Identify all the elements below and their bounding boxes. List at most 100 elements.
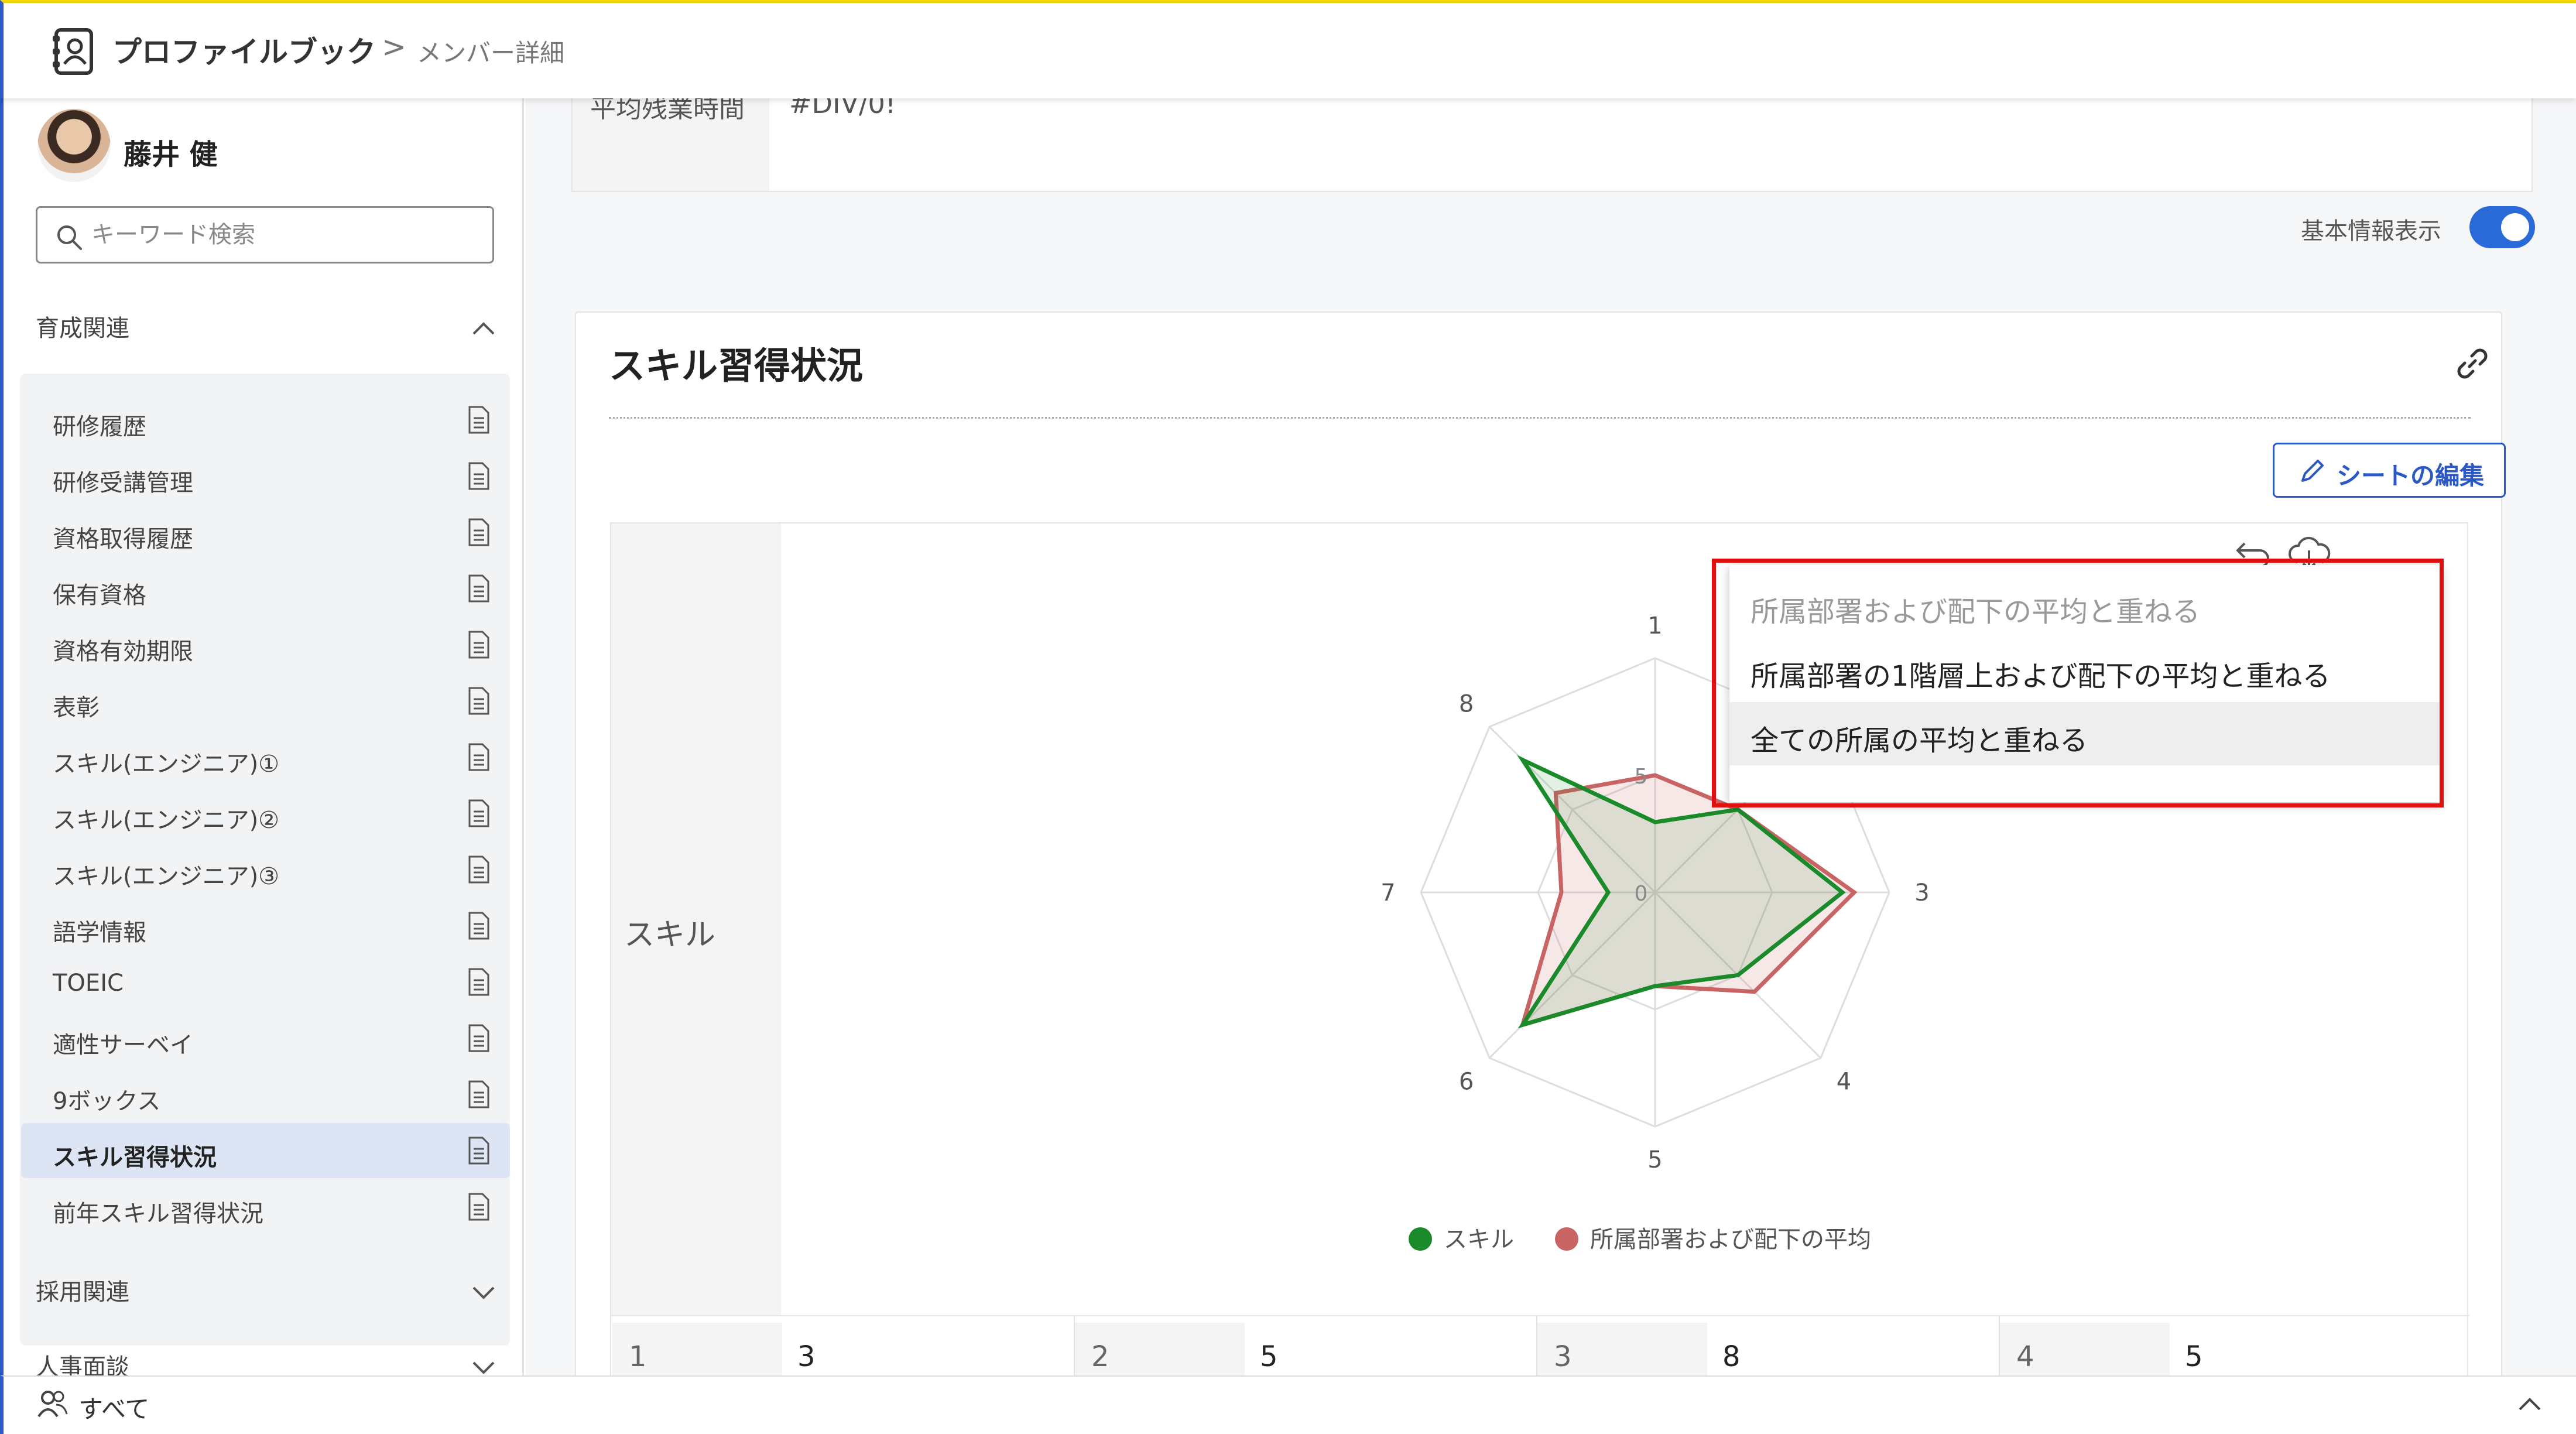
section-saiyou-label: 採用関連 <box>36 1279 129 1306</box>
skill-card: スキル習得状況 シートの編集 スキル 1234567805スキル所属部署および配… <box>575 312 2506 1412</box>
footer-bar: すべて <box>0 1375 2576 1434</box>
sidebar-item-label: 資格取得履歴 <box>53 526 193 553</box>
radar-category-label: 3 <box>1914 879 1929 906</box>
annotation-highlight-box <box>1712 559 2444 807</box>
document-icon <box>468 1024 489 1052</box>
chevron-up-icon[interactable] <box>2515 1389 2544 1419</box>
sidebar-item[interactable]: 資格取得履歴 <box>21 505 510 560</box>
user-name: 藤井 健 <box>124 138 218 171</box>
sidebar-item[interactable]: 保有資格 <box>21 561 510 616</box>
radar-scale-label: 5 <box>1635 765 1648 789</box>
skill-card-title: スキル習得状況 <box>609 344 864 387</box>
sidebar-item-label: 前年スキル習得状況 <box>53 1200 263 1227</box>
sidebar-item[interactable]: スキル(エンジニア)① <box>21 730 510 785</box>
document-icon <box>468 1193 489 1221</box>
document-icon <box>468 855 489 884</box>
document-icon <box>468 743 489 771</box>
document-icon <box>468 912 489 940</box>
sidebar-item-label: スキル(エンジニア)① <box>53 751 280 778</box>
document-icon <box>468 406 489 434</box>
pencil-icon <box>2301 460 2324 482</box>
sidebar-item[interactable]: TOEIC <box>21 954 510 1009</box>
legend-label: スキル <box>1444 1226 1514 1253</box>
document-icon <box>468 1080 489 1108</box>
radar-category-label: 8 <box>1459 691 1474 718</box>
sidebar-item[interactable]: 語学情報 <box>21 898 510 953</box>
info-label-cell: 平均残業時間 <box>573 94 769 191</box>
document-icon <box>468 631 489 659</box>
sidebar-item-label: 表彰 <box>53 694 100 721</box>
link-icon[interactable] <box>2452 343 2493 384</box>
breadcrumb-current: メンバー詳細 <box>417 39 565 67</box>
radar-category-label: 4 <box>1837 1068 1851 1095</box>
document-icon <box>468 574 489 603</box>
edit-sheet-label: シートの編集 <box>2337 461 2485 490</box>
search-icon <box>57 225 82 250</box>
radar-category-label: 7 <box>1381 879 1395 906</box>
document-icon <box>468 968 489 996</box>
basic-info-toggle-label: 基本情報表示 <box>2301 218 2441 245</box>
footer-filter-label[interactable]: すべて <box>78 1389 149 1425</box>
profile-book-icon <box>53 28 93 75</box>
sidebar-item-label: 研修受講管理 <box>53 470 193 497</box>
section-saiyou-header[interactable]: 採用関連 <box>36 1273 498 1320</box>
score-value: 5 <box>2185 1340 2203 1373</box>
breadcrumb-separator: > <box>382 30 406 64</box>
legend-swatch <box>1409 1227 1432 1251</box>
sidebar-item-label: 資格有効期限 <box>53 638 193 665</box>
users-icon <box>37 1391 68 1418</box>
document-icon <box>468 1137 489 1165</box>
radar-category-label: 1 <box>1647 612 1662 639</box>
score-value: 5 <box>1260 1340 1278 1373</box>
radar-category-label: 6 <box>1459 1068 1474 1095</box>
toggle-knob <box>2501 213 2529 241</box>
sidebar-item-label: スキル習得状況 <box>53 1144 217 1171</box>
document-icon <box>468 799 489 827</box>
radar-scale-label: 0 <box>1635 882 1648 906</box>
app-title[interactable]: プロファイルブック <box>112 29 376 71</box>
radar-category-label: 5 <box>1647 1146 1662 1173</box>
sidebar-item[interactable]: スキル習得状況 <box>21 1123 510 1178</box>
section-jinji-header[interactable]: 人事面談 <box>36 1348 498 1375</box>
sidebar-item[interactable]: 表彰 <box>21 673 510 728</box>
document-icon <box>468 687 489 715</box>
basic-info-card: 平均残業時間 #DIV/0! <box>571 88 2533 192</box>
chevron-up-icon <box>472 322 495 335</box>
sidebar-item-label: 適性サーベイ <box>53 1032 193 1059</box>
sidebar-item-label: 語学情報 <box>53 919 146 946</box>
score-value: 8 <box>1722 1340 1741 1373</box>
section-jinji-label: 人事面談 <box>36 1354 129 1375</box>
sidebar-item[interactable]: 資格有効期限 <box>21 617 510 672</box>
sidebar-item-label: TOEIC <box>53 970 124 997</box>
sidebar-item[interactable]: スキル(エンジニア)③ <box>21 842 510 897</box>
search-input[interactable] <box>90 216 477 254</box>
sidebar-item-label: スキル(エンジニア)③ <box>53 863 280 890</box>
sidebar-item[interactable]: 9ボックス <box>21 1067 510 1122</box>
chevron-down-icon <box>472 1361 495 1374</box>
row-divider <box>611 1315 2469 1316</box>
sidebar-item[interactable]: 適性サーベイ <box>21 1011 510 1066</box>
sidebar-item[interactable]: 前年スキル習得状況 <box>21 1179 510 1234</box>
sidebar-item[interactable]: 研修履歴 <box>21 392 510 447</box>
sidebar: 藤井 健 育成関連 採用関連 人事面談 研修履歴研修受講管理資格取得履歴保有資格… <box>0 98 524 1375</box>
document-icon <box>468 462 489 490</box>
sidebar-item-label: 研修履歴 <box>53 413 146 440</box>
legend-label: 所属部署および配下の平均 <box>1590 1226 1871 1253</box>
section-ikusei-label: 育成関連 <box>36 315 129 342</box>
edit-sheet-button[interactable]: シートの編集 <box>2273 443 2506 498</box>
search-box <box>36 206 494 263</box>
title-divider <box>609 417 2471 419</box>
section-ikusei-header[interactable]: 育成関連 <box>36 309 498 356</box>
avatar <box>37 109 111 182</box>
chevron-down-icon <box>472 1286 495 1299</box>
sidebar-item-label: スキル(エンジニア)② <box>53 807 280 834</box>
document-icon <box>468 518 489 546</box>
sidebar-item[interactable]: 研修受講管理 <box>21 449 510 504</box>
basic-info-toggle[interactable] <box>2469 206 2535 248</box>
legend-swatch <box>1555 1227 1578 1251</box>
sidebar-item-label: 9ボックス <box>53 1088 161 1115</box>
top-header: プロファイルブック > メンバー詳細 <box>0 0 2576 98</box>
sidebar-item[interactable]: スキル(エンジニア)② <box>21 786 510 841</box>
score-value: 3 <box>797 1340 816 1373</box>
sidebar-item-label: 保有資格 <box>53 582 146 609</box>
